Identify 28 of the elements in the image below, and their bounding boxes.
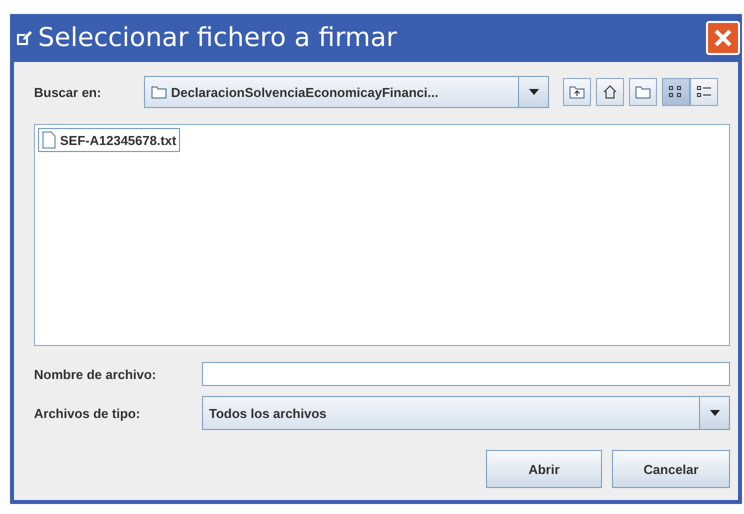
file-name-label: Nombre de archivo: (34, 366, 158, 382)
folder-up-icon (569, 84, 585, 100)
cancel-button[interactable]: Cancelar (612, 450, 730, 488)
window-title: Seleccionar fichero a firmar (38, 23, 397, 53)
file-icon (42, 131, 56, 149)
toolbar-button[interactable] (563, 78, 591, 106)
file-name-field[interactable] (202, 362, 730, 386)
app-icon (16, 30, 32, 46)
close-icon (713, 28, 733, 48)
file-item[interactable]: SEF-A12345678.txt (38, 128, 180, 152)
folder-icon (635, 84, 651, 100)
look-in-value: DeclaracionSolvenciaEconomicayFinanci... (171, 84, 438, 100)
toolbar-button[interactable] (629, 78, 657, 106)
list-view-icon (668, 84, 684, 100)
toolbar-button[interactable] (596, 78, 624, 106)
file-type-dropdown[interactable]: Todos los archivos (202, 396, 730, 430)
toolbar-button[interactable] (662, 78, 690, 106)
file-type-label: Archivos de tipo: (34, 406, 142, 420)
folder-icon (151, 84, 167, 100)
look-in-label: Buscar en: (34, 84, 102, 100)
open-button[interactable]: Abrir (486, 450, 602, 488)
toolbar-button[interactable] (690, 78, 718, 106)
details-view-icon (696, 84, 712, 100)
caret-icon (528, 89, 538, 95)
close-button[interactable] (706, 21, 740, 55)
home-icon (602, 84, 618, 100)
look-in-dropdown[interactable]: DeclaracionSolvenciaEconomicayFinanci... (144, 76, 549, 108)
caret-icon (710, 410, 720, 416)
